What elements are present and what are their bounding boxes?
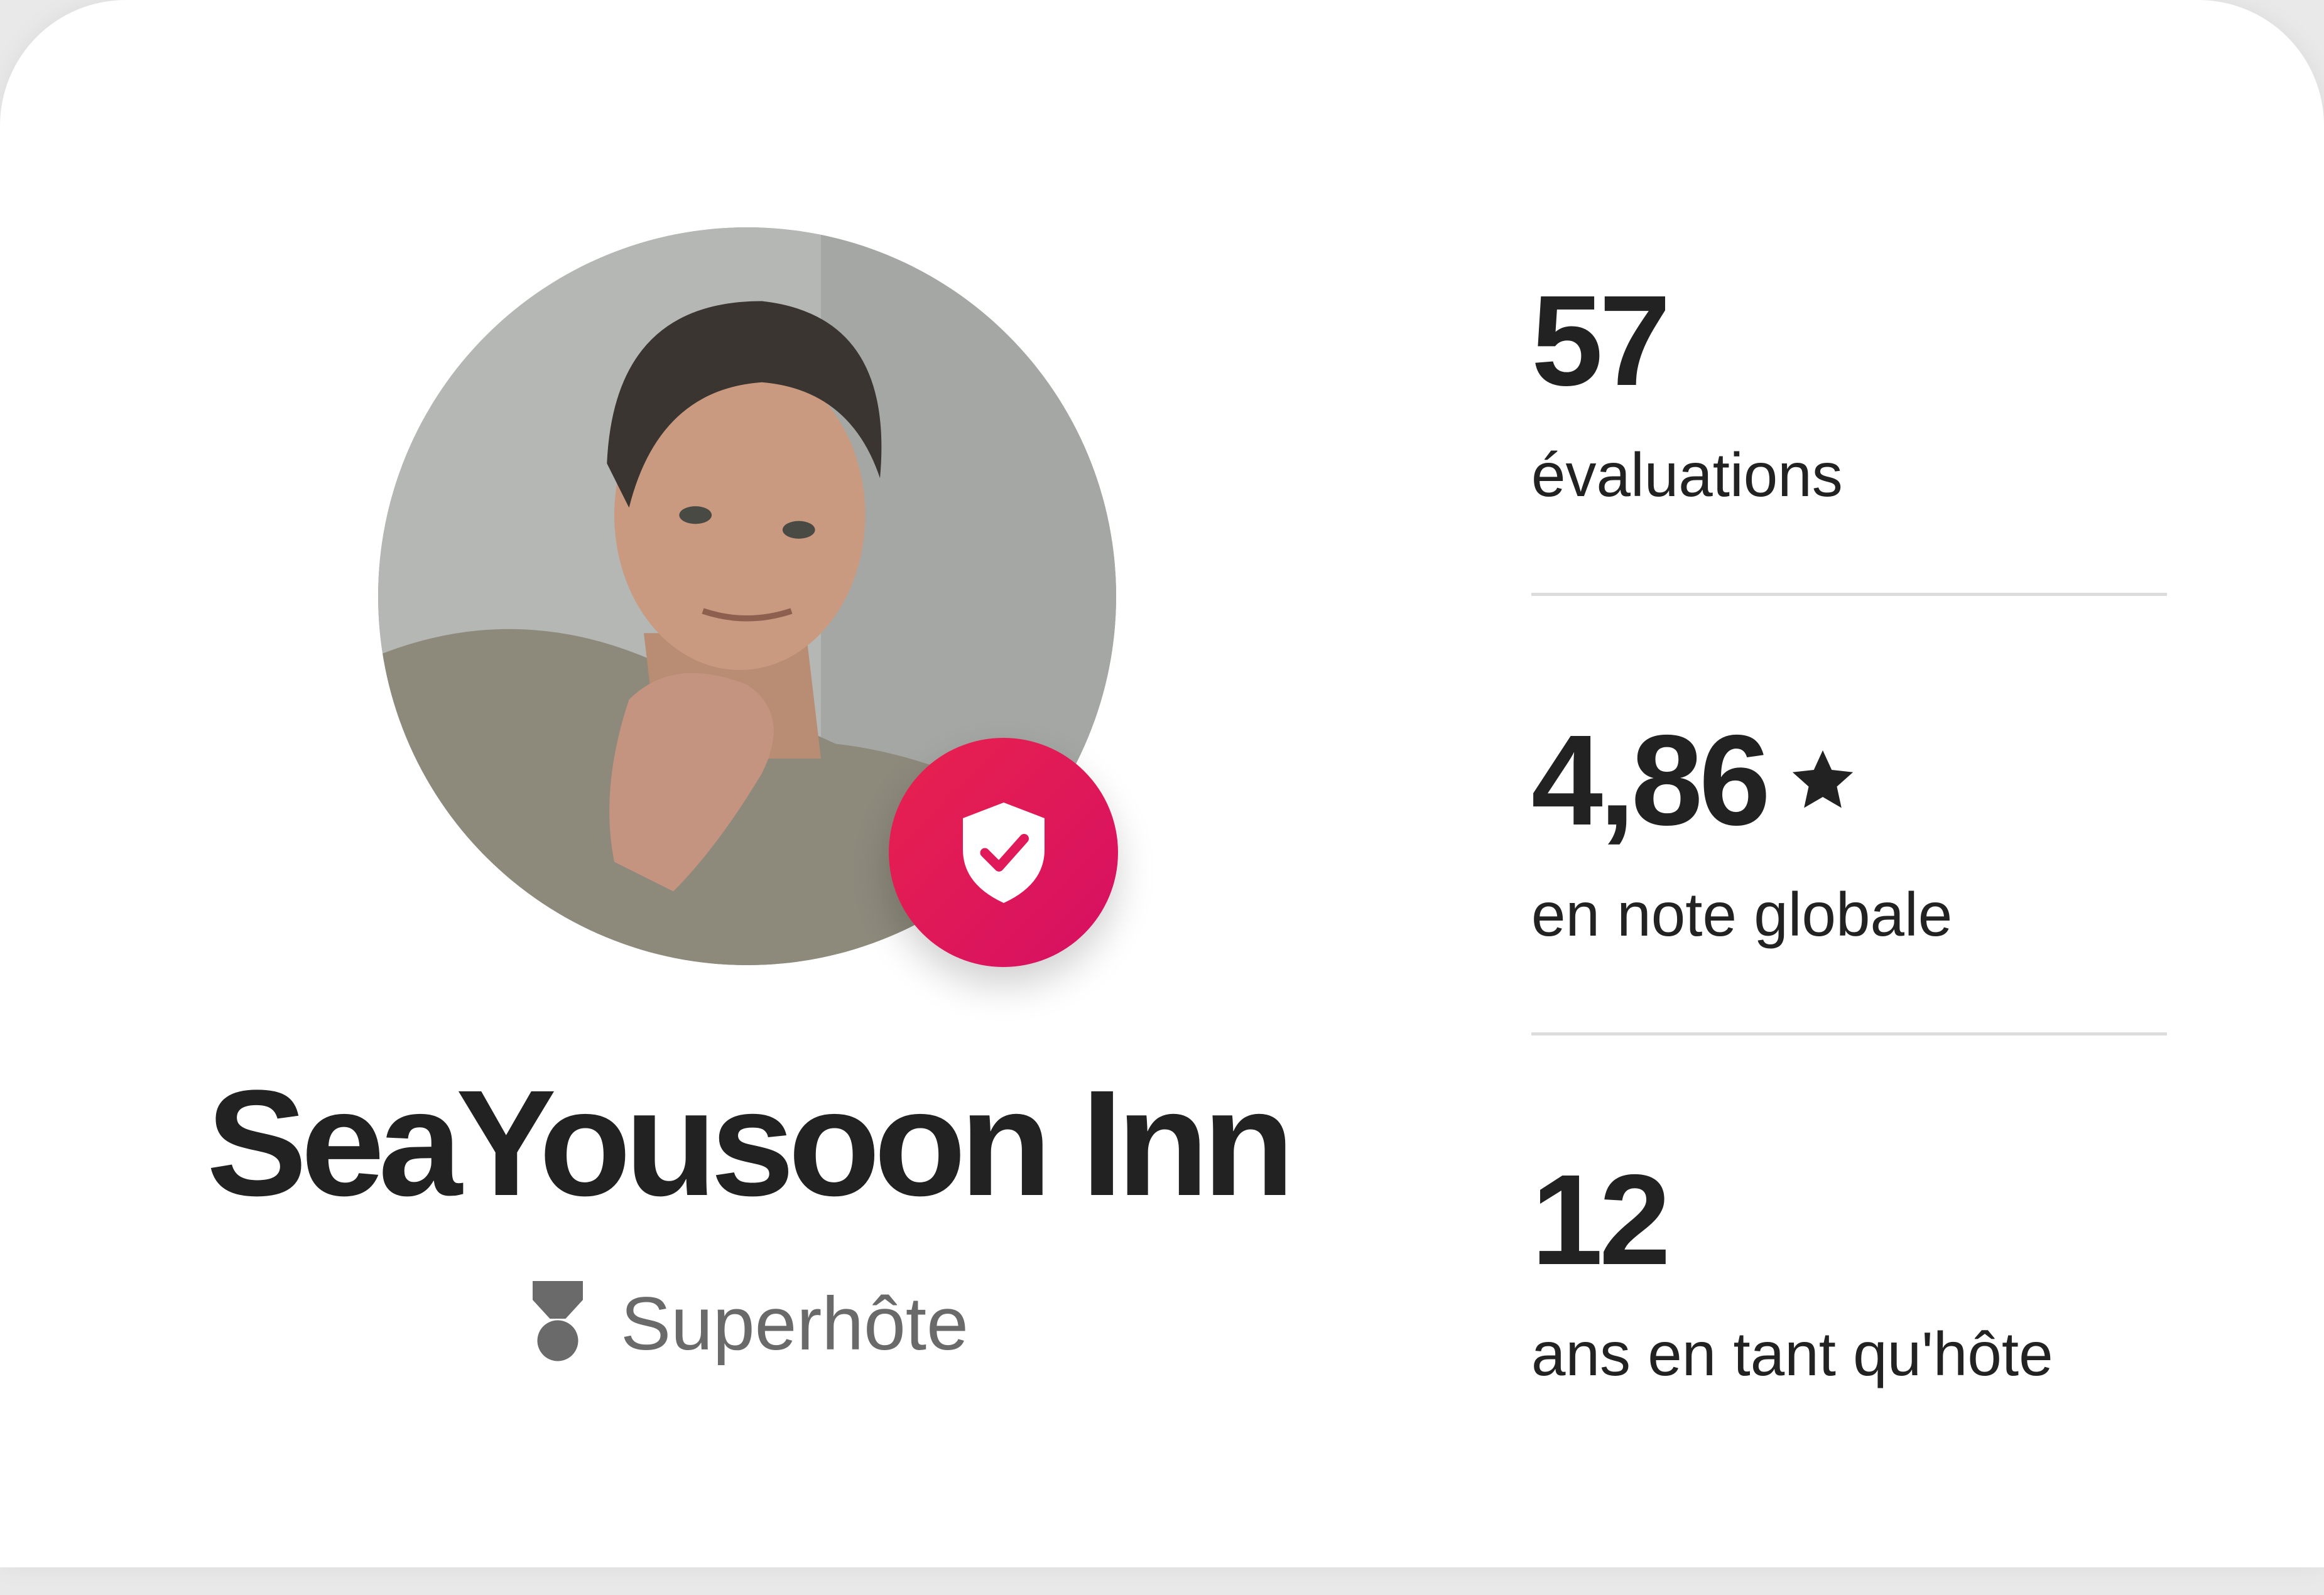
- host-stats: 57 évaluations 4,86 en note globale 12 a…: [1531, 276, 2167, 1595]
- superhost-medal-icon: [526, 1281, 589, 1366]
- shield-check-icon: [957, 799, 1051, 906]
- stat-reviews-value: 57: [1531, 269, 1671, 413]
- superhost-badge: Superhôte: [0, 1281, 1495, 1366]
- host-profile-card: SeaYousoon Inn Superhôte 57 évaluations …: [0, 0, 2324, 1567]
- stat-divider: [1531, 1032, 2167, 1035]
- star-icon: [1788, 746, 1857, 815]
- stat-reviews[interactable]: 57 évaluations: [1531, 276, 2167, 716]
- stat-rating: 4,86 en note globale: [1531, 716, 2167, 1155]
- host-name: SeaYousoon Inn: [206, 1059, 1295, 1227]
- stat-rating-value: 4,86: [1531, 708, 1771, 852]
- superhost-label: Superhôte: [621, 1281, 969, 1366]
- avatar-container: [378, 227, 1118, 967]
- stat-years-label: ans en tant qu'hôte: [1531, 1319, 2053, 1388]
- stat-years-hosting: 12 ans en tant qu'hôte: [1531, 1155, 2167, 1595]
- verified-badge: [889, 738, 1118, 967]
- stat-rating-label: en note globale: [1531, 880, 1953, 949]
- stat-years-value: 12: [1531, 1148, 1671, 1292]
- stat-reviews-label: évaluations: [1531, 440, 1843, 509]
- stat-divider: [1531, 593, 2167, 596]
